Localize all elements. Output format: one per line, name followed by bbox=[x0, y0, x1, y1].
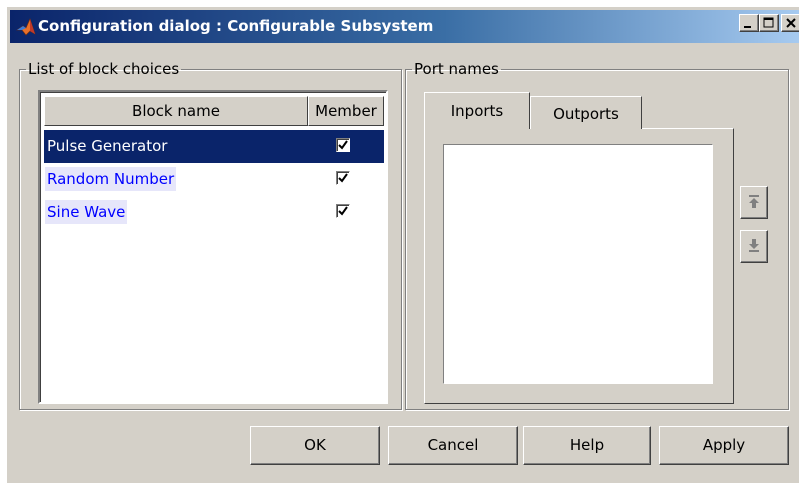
table-row[interactable]: Random Number bbox=[44, 163, 384, 196]
cancel-button[interactable]: Cancel bbox=[388, 426, 518, 465]
maximize-icon bbox=[763, 17, 774, 28]
ok-button[interactable]: OK bbox=[250, 426, 380, 465]
close-button[interactable] bbox=[781, 14, 799, 32]
move-up-icon bbox=[749, 195, 759, 208]
checkmark-icon bbox=[338, 206, 348, 216]
member-checkbox[interactable] bbox=[336, 171, 350, 185]
column-header-member[interactable]: Member bbox=[308, 96, 384, 126]
table-row[interactable]: Sine Wave bbox=[44, 196, 384, 229]
block-name-cell: Random Number bbox=[45, 167, 177, 191]
move-up-button[interactable] bbox=[740, 186, 768, 219]
window-title: Configuration dialog : Configurable Subs… bbox=[38, 17, 434, 35]
port-names-legend: Port names bbox=[414, 60, 499, 78]
column-header-block-name[interactable]: Block name bbox=[44, 96, 308, 126]
title-bar[interactable]: Configuration dialog : Configurable Subs… bbox=[10, 10, 799, 43]
table-row[interactable]: Pulse Generator bbox=[44, 130, 384, 163]
help-button[interactable]: Help bbox=[523, 426, 651, 465]
maximize-button[interactable] bbox=[759, 14, 779, 32]
member-checkbox[interactable] bbox=[336, 204, 350, 218]
close-icon bbox=[786, 18, 796, 28]
minimize-icon bbox=[744, 26, 751, 28]
checkmark-icon bbox=[338, 140, 348, 150]
tab-inports[interactable]: Inports bbox=[424, 92, 530, 129]
minimize-button[interactable] bbox=[739, 14, 759, 32]
block-name-cell: Pulse Generator bbox=[47, 137, 168, 155]
checkmark-icon bbox=[338, 173, 348, 183]
apply-button[interactable]: Apply bbox=[659, 426, 789, 465]
matlab-logo-icon bbox=[16, 17, 36, 37]
member-checkbox[interactable] bbox=[336, 138, 350, 152]
tab-outports[interactable]: Outports bbox=[530, 96, 642, 129]
block-name-cell: Sine Wave bbox=[45, 200, 128, 224]
block-choices-legend: List of block choices bbox=[28, 60, 180, 78]
move-down-button[interactable] bbox=[740, 230, 768, 263]
move-down-icon bbox=[749, 239, 759, 252]
block-choices-table[interactable]: Block name Member Pulse Generator Random… bbox=[38, 90, 388, 404]
port-names-list[interactable] bbox=[443, 144, 713, 384]
